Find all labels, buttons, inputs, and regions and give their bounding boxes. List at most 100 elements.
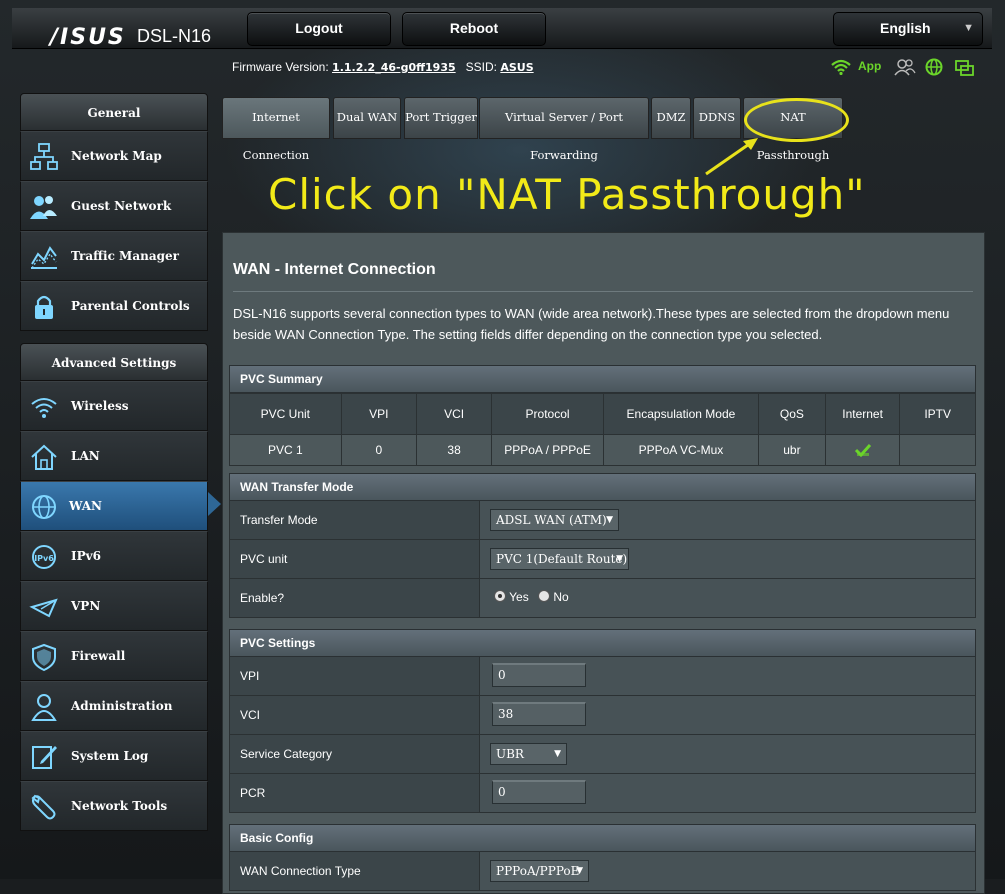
wifi-icon[interactable] bbox=[830, 59, 852, 75]
chevron-down-icon: ▼ bbox=[963, 22, 974, 34]
sidebar-item-label: Administration bbox=[71, 699, 173, 713]
table-cell: PPPoA VC-Mux bbox=[602, 434, 759, 466]
enable-no-radio[interactable]: No bbox=[538, 590, 569, 604]
tab-internet-connection[interactable]: Internet Connection bbox=[222, 97, 330, 162]
pvc-settings-section: PVC Settings VPI 0 VCI 38 Service Catego… bbox=[229, 629, 976, 813]
page-description: DSL-N16 supports several connection type… bbox=[233, 306, 950, 342]
sidebar-item-label: Firewall bbox=[71, 649, 126, 663]
sidebar-item-lan[interactable]: LAN bbox=[20, 431, 208, 481]
table-cell: PVC 1 bbox=[229, 434, 342, 466]
select-value: ADSL WAN (ATM) bbox=[496, 513, 607, 527]
sidebar-item-label: Network Tools bbox=[71, 799, 168, 813]
select-value: PVC 1(Default Route) bbox=[496, 552, 628, 566]
sidebar-heading-advanced: Advanced Settings bbox=[20, 343, 208, 381]
asus-logo: /ISUS bbox=[50, 25, 126, 50]
lan-home-icon bbox=[31, 444, 57, 470]
sidebar-item-traffic-manager[interactable]: Traffic Manager bbox=[20, 231, 208, 281]
clients-icon[interactable] bbox=[894, 58, 916, 76]
sidebar-item-wan[interactable]: WAN bbox=[20, 481, 221, 531]
sidebar-item-label: Guest Network bbox=[71, 199, 172, 213]
wan-transfer-mode-heading: WAN Transfer Mode bbox=[229, 473, 976, 501]
basic-config-heading: Basic Config bbox=[229, 824, 976, 852]
table-row: PVC 1 0 38 PPPoA / PPPoE PPPoA VC-Mux ub… bbox=[229, 434, 976, 466]
tab-dmz[interactable]: DMZ bbox=[651, 97, 691, 139]
globe-status-icon[interactable] bbox=[925, 58, 943, 76]
firewall-shield-icon bbox=[32, 643, 56, 672]
sidebar-item-guest-network[interactable]: Guest Network bbox=[20, 181, 208, 231]
tab-virtual-server[interactable]: Virtual Server / Port Forwarding bbox=[479, 97, 649, 162]
table-cell: PPPoA / PPPoE bbox=[491, 434, 604, 466]
pcr-value-cell: 0 bbox=[480, 774, 975, 812]
pvc-settings-heading: PVC Settings bbox=[229, 629, 976, 657]
administration-user-icon bbox=[31, 694, 57, 721]
sidebar-item-wireless[interactable]: Wireless bbox=[20, 381, 208, 431]
pvc-summary-heading: PVC Summary bbox=[229, 365, 976, 393]
lock-icon bbox=[35, 295, 53, 319]
pcr-input[interactable]: 0 bbox=[492, 780, 586, 804]
traffic-manager-icon bbox=[31, 246, 57, 269]
transfer-mode-label: Transfer Mode bbox=[230, 501, 480, 539]
logout-button[interactable]: Logout bbox=[247, 12, 391, 46]
vci-input[interactable]: 38 bbox=[492, 702, 586, 726]
sidebar-item-label: IPv6 bbox=[71, 549, 101, 563]
usb-status-icon[interactable] bbox=[955, 59, 975, 77]
model-name: DSL-N16 bbox=[137, 26, 212, 46]
select-value: UBR bbox=[496, 747, 524, 761]
enable-row: Enable? Yes No bbox=[229, 579, 976, 618]
enable-yes-radio[interactable]: Yes bbox=[494, 590, 529, 604]
sidebar-item-network-tools[interactable]: Network Tools bbox=[20, 781, 208, 831]
sidebar-heading-general: General bbox=[20, 93, 208, 131]
firmware-version-link[interactable]: 1.1.2.2_46-g0ff1935 bbox=[332, 61, 456, 74]
service-category-row: Service Category UBR ▼ bbox=[229, 735, 976, 774]
sidebar-item-firewall[interactable]: Firewall bbox=[20, 631, 208, 681]
pvc-summary-section: PVC Summary PVC Unit VPI VCI Protocol En… bbox=[229, 365, 976, 466]
table-header: IPTV bbox=[899, 393, 976, 435]
pvc-unit-select[interactable]: PVC 1(Default Route) ▼ bbox=[490, 548, 629, 570]
chevron-down-icon: ▼ bbox=[554, 749, 561, 759]
tab-port-trigger[interactable]: Port Trigger bbox=[404, 97, 478, 139]
enable-label: Enable? bbox=[230, 579, 480, 617]
vpi-input[interactable]: 0 bbox=[492, 663, 586, 687]
vpi-value-cell: 0 bbox=[480, 657, 975, 695]
sidebar-item-label: LAN bbox=[71, 449, 100, 463]
sidebar-item-parental-controls[interactable]: Parental Controls bbox=[20, 281, 208, 331]
wan-connection-type-row: WAN Connection Type PPPoA/PPPoE ▼ bbox=[229, 852, 976, 891]
language-select[interactable]: English ▼ bbox=[833, 12, 983, 46]
reboot-button[interactable]: Reboot bbox=[402, 12, 546, 46]
sidebar: General Network Map Guest Network Traffi… bbox=[20, 93, 221, 831]
vci-label: VCI bbox=[230, 696, 480, 734]
app-link[interactable]: App bbox=[858, 59, 881, 73]
vpn-icon bbox=[29, 598, 58, 618]
wan-transfer-mode-section: WAN Transfer Mode Transfer Mode ADSL WAN… bbox=[229, 473, 976, 618]
table-header: VPI bbox=[340, 393, 417, 435]
table-header: Protocol bbox=[491, 393, 604, 435]
table-header: PVC Unit bbox=[229, 393, 342, 435]
pvc-unit-row: PVC unit PVC 1(Default Route) ▼ bbox=[229, 540, 976, 579]
sidebar-item-network-map[interactable]: Network Map bbox=[20, 131, 208, 181]
pvc-unit-label: PVC unit bbox=[230, 540, 480, 578]
sidebar-item-vpn[interactable]: VPN bbox=[20, 581, 208, 631]
vci-row: VCI 38 bbox=[229, 696, 976, 735]
service-category-select[interactable]: UBR ▼ bbox=[490, 743, 567, 765]
pvc-summary-table: PVC Unit VPI VCI Protocol Encapsulation … bbox=[229, 393, 976, 466]
guest-network-icon bbox=[30, 196, 57, 219]
transfer-mode-select[interactable]: ADSL WAN (ATM) ▼ bbox=[490, 509, 619, 531]
chevron-down-icon: ▼ bbox=[606, 515, 613, 525]
tab-dual-wan[interactable]: Dual WAN bbox=[333, 97, 401, 139]
table-header-row: PVC Unit VPI VCI Protocol Encapsulation … bbox=[229, 393, 976, 435]
ssid-link[interactable]: ASUS bbox=[500, 61, 533, 74]
transfer-mode-value-cell: ADSL WAN (ATM) ▼ bbox=[480, 501, 975, 539]
page-title: WAN - Internet Connection bbox=[233, 261, 436, 278]
radio-label: Yes bbox=[509, 590, 529, 604]
language-value: English bbox=[880, 20, 931, 36]
sidebar-item-ipv6[interactable]: IPv6 IPv6 bbox=[20, 531, 208, 581]
service-category-label: Service Category bbox=[230, 735, 480, 773]
vpi-row: VPI 0 bbox=[229, 657, 976, 696]
vci-value-cell: 38 bbox=[480, 696, 975, 734]
sidebar-item-system-log[interactable]: System Log bbox=[20, 731, 208, 781]
radio-label: No bbox=[553, 590, 569, 604]
transfer-mode-row: Transfer Mode ADSL WAN (ATM) ▼ bbox=[229, 501, 976, 540]
table-header: QoS bbox=[757, 393, 826, 435]
firmware-info: Firmware Version: 1.1.2.2_46-g0ff1935 SS… bbox=[232, 60, 534, 74]
sidebar-item-administration[interactable]: Administration bbox=[20, 681, 208, 731]
